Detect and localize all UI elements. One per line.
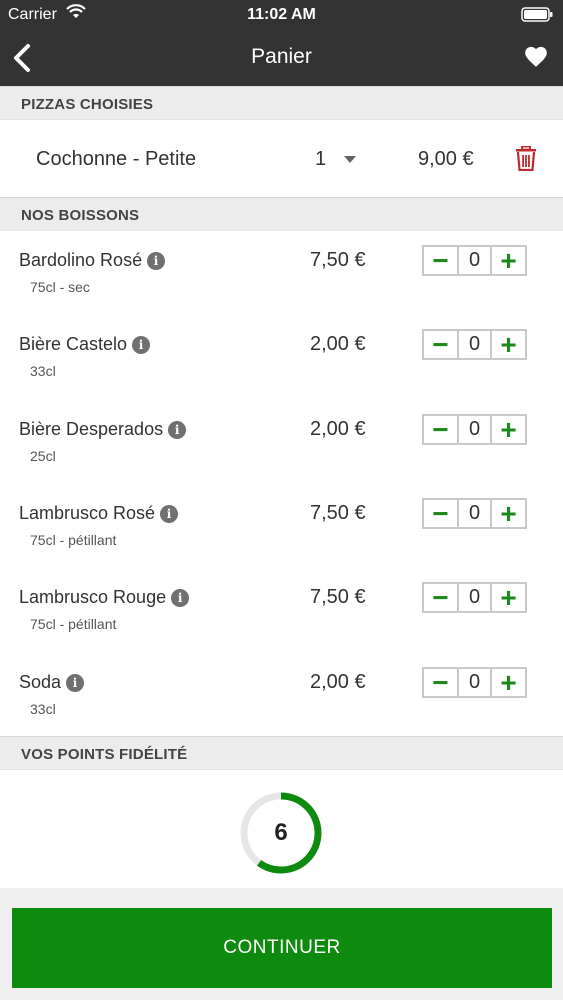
increment-button[interactable]: + — [490, 415, 525, 443]
quantity-stepper: −0 + — [422, 245, 527, 276]
drink-name-text: Bardolino Rosé — [19, 250, 143, 270]
info-icon[interactable]: i — [171, 589, 190, 608]
drink-price: 2,00 € — [310, 333, 366, 356]
info-icon[interactable]: i — [132, 336, 151, 355]
drink-name: Soda i — [19, 671, 85, 693]
quantity-stepper: −0 + — [422, 413, 527, 445]
quantity-value: 0 — [468, 586, 481, 609]
drink-name-text: Soda — [19, 671, 62, 692]
decrement-button[interactable]: − — [424, 668, 459, 696]
drink-description: 75cl - sec — [30, 279, 90, 295]
pizza-name: Cochonne - Petite — [36, 148, 197, 170]
drink-name: Bardolino Rosé i — [19, 250, 166, 271]
quantity-value: 0 — [468, 417, 481, 440]
info-icon[interactable]: i — [160, 504, 179, 523]
back-icon[interactable] — [10, 42, 34, 74]
loyalty-points: 6 — [274, 819, 288, 846]
nav-bar: Panier — [0, 30, 563, 86]
status-bar: Carrier 11:02 AM — [0, 0, 563, 30]
decrement-button[interactable]: − — [424, 331, 459, 359]
trash-icon[interactable] — [515, 145, 537, 176]
section-header-loyalty: VOS POINTS FIDÉLITÉ — [0, 736, 563, 770]
increment-button[interactable]: + — [490, 668, 525, 696]
drink-price: 7,50 € — [310, 586, 366, 609]
section-header-drinks: NOS BOISSONS — [0, 197, 563, 231]
wifi-icon — [66, 4, 86, 25]
quantity-value: 0 — [468, 670, 481, 693]
drink-price: 7,50 € — [310, 249, 366, 271]
section-header-pizzas: PIZZAS CHOISIES — [0, 86, 563, 120]
drink-price: 7,50 € — [310, 501, 366, 524]
decrement-button[interactable]: − — [424, 584, 459, 612]
page-title: Panier — [251, 45, 312, 68]
quantity-stepper: −0 + — [422, 497, 527, 529]
increment-button[interactable]: + — [490, 584, 525, 612]
drink-description: 75cl - pétillant — [30, 531, 117, 548]
drink-name: Bière Castelo i — [19, 334, 151, 355]
pizza-quantity[interactable]: 1 — [315, 148, 326, 171]
loyalty-panel: 6 — [0, 770, 563, 888]
increment-button[interactable]: + — [490, 331, 525, 359]
drink-name: Lambrusco Rouge i — [19, 587, 190, 608]
drink-name-text: Lambrusco Rosé — [19, 502, 156, 523]
decrement-button[interactable]: − — [424, 415, 459, 443]
quantity-stepper: −0 + — [422, 329, 527, 361]
increment-button[interactable]: + — [490, 499, 525, 527]
drink-name: Bière Desperados i — [19, 418, 187, 440]
decrement-button[interactable]: − — [424, 247, 459, 275]
quantity-value: 0 — [468, 333, 481, 356]
chevron-down-icon[interactable] — [344, 156, 356, 163]
heart-icon[interactable] — [523, 44, 549, 70]
quantity-stepper: −0 + — [422, 582, 527, 614]
quantity-value: 0 — [468, 249, 481, 271]
pizza-row: Cochonne - Petite 1 9,00 € — [0, 121, 563, 197]
quantity-stepper: −0 + — [422, 666, 527, 698]
battery-icon — [521, 7, 553, 27]
drink-name-text: Bière Castelo — [19, 334, 128, 355]
pizza-price: 9,00 € — [418, 148, 474, 170]
drink-description: 33cl — [30, 363, 56, 380]
drink-row: Bière Desperados i 25cl 2,00 € −0 + — [0, 401, 563, 485]
drink-row: Lambrusco Rosé i 75cl - pétillant 7,50 € −0 + — [0, 485, 563, 569]
info-icon[interactable]: i — [147, 252, 166, 270]
continue-button[interactable]: CONTINUER — [12, 908, 552, 988]
drink-description: 33cl — [30, 700, 56, 717]
drink-description: 75cl - pétillant — [30, 616, 117, 633]
quantity-value: 0 — [468, 501, 481, 524]
drink-price: 2,00 € — [310, 670, 366, 693]
info-icon[interactable]: i — [66, 673, 85, 692]
drink-description: 25cl — [30, 447, 56, 464]
increment-button[interactable]: + — [490, 247, 525, 275]
drink-name-text: Lambrusco Rouge — [19, 587, 167, 608]
drink-row: Lambrusco Rouge i 75cl - pétillant 7,50 € −0… — [0, 569, 563, 653]
drink-row: Bardolino Rosé i 75cl - sec 7,50 € −0 + — [0, 232, 563, 316]
info-icon[interactable]: i — [168, 420, 187, 439]
carrier-label: Carrier — [8, 6, 57, 23]
drink-price: 2,00 € — [310, 417, 366, 440]
drink-name-text: Bière Desperados — [19, 418, 164, 439]
drink-name: Lambrusco Rosé i — [19, 502, 179, 524]
drink-row: Bière Castelo i 33cl 2,00 € −0 + — [0, 316, 563, 400]
decrement-button[interactable]: − — [424, 499, 459, 527]
drink-row: Soda i 33cl 2,00 € −0 + — [0, 654, 563, 738]
